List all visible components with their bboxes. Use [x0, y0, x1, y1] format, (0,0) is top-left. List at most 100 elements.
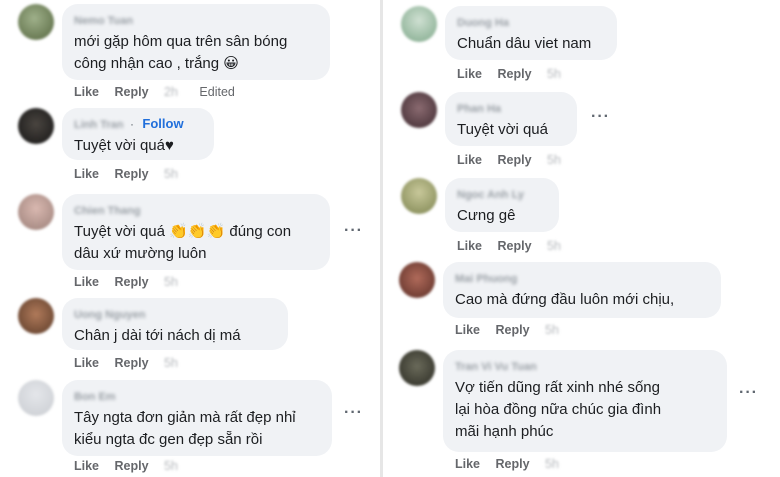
comment-text-line: Cưng gê — [457, 207, 516, 224]
comment-text: Chân j dài tới nách dị má — [74, 325, 276, 347]
comment-text-line: Tuyệt vời quá — [457, 121, 548, 138]
like-button[interactable]: Like — [74, 167, 99, 181]
more-options-icon[interactable]: ··· — [591, 108, 610, 126]
comment-text: Vợ tiến dũng rất xinh nhé sống lại hòa đ… — [455, 377, 715, 443]
comment-author[interactable]: Uong Nguyen — [74, 308, 146, 322]
comment-bubble: Bon Em Tây ngta đơn giản mà rất đẹp nhỉ … — [62, 380, 332, 456]
comment-timestamp[interactable]: 5h — [547, 239, 561, 253]
avatar[interactable] — [18, 108, 54, 144]
reply-button[interactable]: Reply — [115, 275, 149, 289]
comment-text-line: Chân j dài tới nách dị má — [74, 327, 241, 344]
comment-author[interactable]: Nemo Tuan — [74, 14, 133, 28]
avatar[interactable] — [401, 92, 437, 128]
reply-button[interactable]: Reply — [115, 356, 149, 370]
comment-actions: Like Reply 2h Edited — [74, 85, 247, 99]
comment-text-line: Tuyệt vời quá♥ — [74, 137, 174, 154]
comment-actions: Like Reply 5h — [457, 153, 573, 167]
more-options-icon[interactable]: ··· — [739, 384, 758, 402]
comment-text: Tây ngta đơn giản mà rất đẹp nhỉ kiểu ng… — [74, 407, 320, 451]
comment-timestamp[interactable]: 5h — [545, 457, 559, 471]
reply-button[interactable]: Reply — [498, 153, 532, 167]
reply-button[interactable]: Reply — [498, 67, 532, 81]
comment-text: Chuẩn dâu viet nam — [457, 33, 605, 55]
follow-link[interactable]: Follow — [142, 116, 183, 131]
comment-text-line: dâu xứ mường luôn — [74, 245, 207, 262]
comment-timestamp[interactable]: 5h — [164, 459, 178, 473]
separator-dot: · — [129, 117, 134, 131]
more-options-icon[interactable]: ··· — [344, 404, 363, 422]
comment-author[interactable]: Chien Thang — [74, 204, 141, 218]
comment-timestamp[interactable]: 5h — [164, 275, 178, 289]
reply-button[interactable]: Reply — [496, 457, 530, 471]
avatar[interactable] — [401, 6, 437, 42]
comment-text: Tuyệt vời quá — [457, 119, 565, 141]
comment-text-line: mới gặp hôm qua trên sân bóng — [74, 33, 288, 50]
like-button[interactable]: Like — [455, 457, 480, 471]
comment-timestamp[interactable]: 5h — [545, 323, 559, 337]
comment-author[interactable]: Mai Phuong — [455, 272, 517, 286]
like-button[interactable]: Like — [457, 239, 482, 253]
comment-bubble: Uong Nguyen Chân j dài tới nách dị má — [62, 298, 288, 350]
reply-button[interactable]: Reply — [115, 85, 149, 99]
comment-bubble: Ngoc Anh Ly Cưng gê — [445, 178, 559, 232]
reply-button[interactable]: Reply — [496, 323, 530, 337]
comment-text-line: mãi hạnh phúc — [455, 423, 554, 440]
comment-text-line: Tuyệt vời quá 👏👏👏 đúng con — [74, 223, 292, 240]
comment-text-line: Tây ngta đơn giản mà rất đẹp nhỉ — [74, 409, 296, 426]
comment-text-line: lại hòa đồng nữa chúc gia đình — [455, 401, 662, 418]
comment-timestamp[interactable]: 5h — [547, 67, 561, 81]
comment-actions: Like Reply 5h — [457, 239, 573, 253]
avatar[interactable] — [18, 194, 54, 230]
comment-text-line: Chuẩn dâu viet nam — [457, 35, 592, 52]
comment-actions: Like Reply 5h — [457, 67, 573, 81]
comment-author[interactable]: Bon Em — [74, 390, 116, 404]
avatar[interactable] — [401, 178, 437, 214]
like-button[interactable]: Like — [74, 356, 99, 370]
comment-author[interactable]: Duong Ha — [457, 16, 509, 30]
comment-text: Cưng gê — [457, 205, 547, 227]
comment-author[interactable]: Tran Vi Vu Tuan — [455, 360, 537, 374]
comment-timestamp[interactable]: 5h — [547, 153, 561, 167]
comment-text: mới gặp hôm qua trên sân bóng công nhận … — [74, 31, 318, 75]
comment-bubble: Linh Tran · Follow Tuyệt vời quá♥ — [62, 108, 214, 160]
reply-button[interactable]: Reply — [498, 239, 532, 253]
comment-text-line: Vợ tiến dũng rất xinh nhé sống — [455, 379, 660, 396]
comment-actions: Like Reply 5h — [74, 275, 190, 289]
comment-text-line: công nhận cao , trắng 😀 — [74, 55, 239, 72]
comment-actions: Like Reply 5h — [74, 356, 190, 370]
comment-text-line: Cao mà đứng đầu luôn mới chịu, — [455, 291, 675, 308]
like-button[interactable]: Like — [457, 67, 482, 81]
comment-actions: Like Reply 5h — [455, 457, 571, 471]
comment-author[interactable]: Phan Ha — [457, 102, 501, 116]
like-button[interactable]: Like — [74, 85, 99, 99]
comment-actions: Like Reply 5h — [74, 167, 190, 181]
like-button[interactable]: Like — [74, 275, 99, 289]
comment-author[interactable]: Linh Tran — [74, 118, 124, 132]
avatar[interactable] — [18, 298, 54, 334]
avatar[interactable] — [18, 4, 54, 40]
comment-bubble: Tran Vi Vu Tuan Vợ tiến dũng rất xinh nh… — [443, 350, 727, 452]
more-options-icon[interactable]: ··· — [344, 222, 363, 240]
reply-button[interactable]: Reply — [115, 167, 149, 181]
comment-bubble: Nemo Tuan mới gặp hôm qua trên sân bóng … — [62, 4, 330, 80]
comment-timestamp[interactable]: 2h — [164, 85, 178, 99]
avatar[interactable] — [18, 380, 54, 416]
comment-text: Tuyệt vời quá♥ — [74, 135, 202, 157]
comment-text-line: kiểu ngta đc gen đẹp sẵn rồi — [74, 431, 263, 448]
comment-text: Cao mà đứng đầu luôn mới chịu, — [455, 289, 709, 311]
like-button[interactable]: Like — [455, 323, 480, 337]
comment-bubble: Mai Phuong Cao mà đứng đầu luôn mới chịu… — [443, 262, 721, 318]
comment-actions: Like Reply 5h — [455, 323, 571, 337]
like-button[interactable]: Like — [457, 153, 482, 167]
comment-bubble: Chien Thang Tuyệt vời quá 👏👏👏 đúng con d… — [62, 194, 330, 270]
avatar[interactable] — [399, 350, 435, 386]
comment-timestamp[interactable]: 5h — [164, 356, 178, 370]
left-comment-column: Nemo Tuan mới gặp hôm qua trên sân bóng … — [0, 0, 380, 477]
comment-bubble: Duong Ha Chuẩn dâu viet nam — [445, 6, 617, 60]
right-comment-column: Duong Ha Chuẩn dâu viet nam Like Reply 5… — [383, 0, 780, 477]
like-button[interactable]: Like — [74, 459, 99, 473]
reply-button[interactable]: Reply — [115, 459, 149, 473]
comment-author[interactable]: Ngoc Anh Ly — [457, 188, 524, 202]
comment-timestamp[interactable]: 5h — [164, 167, 178, 181]
avatar[interactable] — [399, 262, 435, 298]
